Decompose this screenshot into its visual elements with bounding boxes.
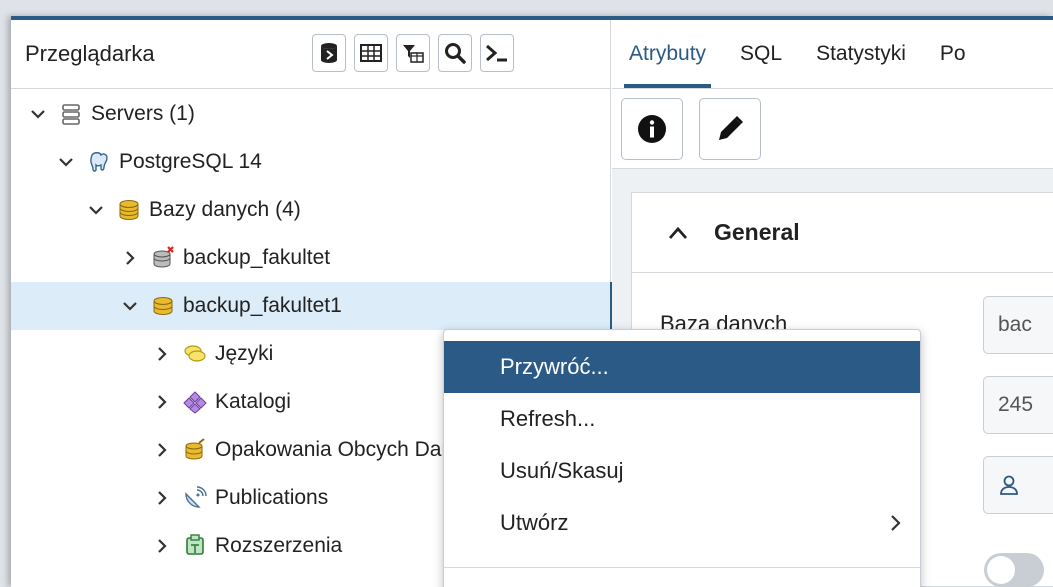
chevron-up-icon (668, 226, 688, 239)
menu-item-refresh[interactable]: Refresh... (444, 393, 920, 445)
tree-label: Rozszerzenia (215, 534, 343, 557)
extensions-icon (186, 534, 204, 555)
browser-toolbar (312, 34, 514, 72)
chevron-right-icon[interactable] (153, 345, 171, 363)
toggle-switch[interactable] (984, 553, 1044, 587)
context-menu: Przywróć... Refresh... Usuń/Skasuj Utwór… (443, 329, 921, 587)
tree-item-databases[interactable]: Bazy danych (4) (11, 186, 611, 234)
user-icon (1000, 475, 1018, 495)
oid-value: 245 (998, 393, 1034, 416)
languages-icon (184, 345, 206, 362)
tree-label: Bazy danych (4) (149, 198, 301, 221)
elephant-icon (90, 152, 108, 172)
tree-item-servers[interactable]: Servers (1) (11, 90, 611, 138)
tab-bar: Atrybuty SQL Statystyki Po (612, 20, 1053, 89)
grid-icon (360, 44, 382, 62)
publications-icon (185, 486, 207, 508)
fdw-icon (185, 438, 205, 460)
pencil-icon (719, 115, 743, 140)
databases-icon (119, 200, 139, 220)
tree-label: Servers (1) (91, 102, 195, 125)
tree-label: Publications (215, 486, 329, 509)
chevron-right-icon[interactable] (153, 537, 171, 555)
general-section-header[interactable]: General (632, 193, 1053, 273)
properties-toolbar (612, 89, 1053, 169)
chevron-down-icon[interactable] (121, 297, 139, 315)
database-name-field[interactable]: bac (983, 296, 1053, 354)
browser-title: Przeglądarka (25, 41, 155, 66)
search-objects-button[interactable] (438, 34, 472, 72)
tree-item-backup-fakultet[interactable]: backup_fakultet (11, 234, 611, 282)
search-icon (445, 43, 466, 64)
tab-dependencies[interactable]: Po (923, 20, 983, 88)
tab-statistics[interactable]: Statystyki (799, 20, 923, 88)
tree-label: PostgreSQL 14 (119, 150, 262, 173)
chevron-down-icon[interactable] (87, 201, 105, 219)
terminal-icon (486, 44, 507, 62)
info-icon (638, 114, 666, 143)
filter-table-icon (403, 45, 424, 63)
menu-item-create[interactable]: Utwórz (444, 497, 920, 549)
chevron-right-icon (891, 515, 901, 531)
section-title: General (714, 219, 800, 245)
info-button[interactable] (621, 97, 683, 160)
database-icon (321, 43, 337, 63)
tab-attributes[interactable]: Atrybuty (612, 20, 723, 88)
database-disconnected-icon (153, 246, 174, 268)
edit-button[interactable] (699, 97, 761, 160)
menu-item-label: Refresh... (500, 406, 596, 431)
tree-label: backup_fakultet1 (183, 294, 342, 317)
tree-label: backup_fakultet (183, 246, 331, 269)
chevron-right-icon[interactable] (153, 441, 171, 459)
servers-icon (62, 104, 80, 125)
app-window: Przeglądarka Servers (1) PostgreSQL 14 B… (11, 16, 1053, 587)
menu-item-delete[interactable]: Usuń/Skasuj (444, 445, 920, 497)
menu-item-label: Utwórz (500, 510, 569, 535)
tree-item-postgresql-14[interactable]: PostgreSQL 14 (11, 138, 611, 186)
database-icon (153, 297, 173, 315)
database-name-value: bac (998, 313, 1032, 336)
filter-rows-button[interactable] (396, 34, 430, 72)
browser-header: Przeglądarka (11, 20, 610, 89)
query-tool-button[interactable] (312, 34, 346, 72)
catalogs-icon (183, 391, 207, 414)
chevron-right-icon[interactable] (153, 489, 171, 507)
menu-item-label: Usuń/Skasuj (500, 458, 624, 483)
menu-divider (444, 567, 920, 568)
oid-field[interactable]: 245 (983, 376, 1053, 434)
menu-item-restore[interactable]: Przywróć... (444, 341, 920, 393)
chevron-down-icon[interactable] (57, 153, 75, 171)
tab-sql[interactable]: SQL (723, 20, 799, 88)
chevron-down-icon[interactable] (29, 105, 47, 123)
chevron-right-icon[interactable] (153, 393, 171, 411)
tree-label: Języki (215, 342, 274, 365)
menu-item-label: Przywróć... (500, 354, 609, 379)
psql-tool-button[interactable] (480, 34, 514, 72)
chevron-right-icon[interactable] (121, 249, 139, 267)
view-data-button[interactable] (354, 34, 388, 72)
owner-field[interactable] (983, 456, 1053, 514)
tree-label: Katalogi (215, 390, 291, 413)
tree-item-backup-fakultet1[interactable]: backup_fakultet1 (11, 282, 614, 330)
